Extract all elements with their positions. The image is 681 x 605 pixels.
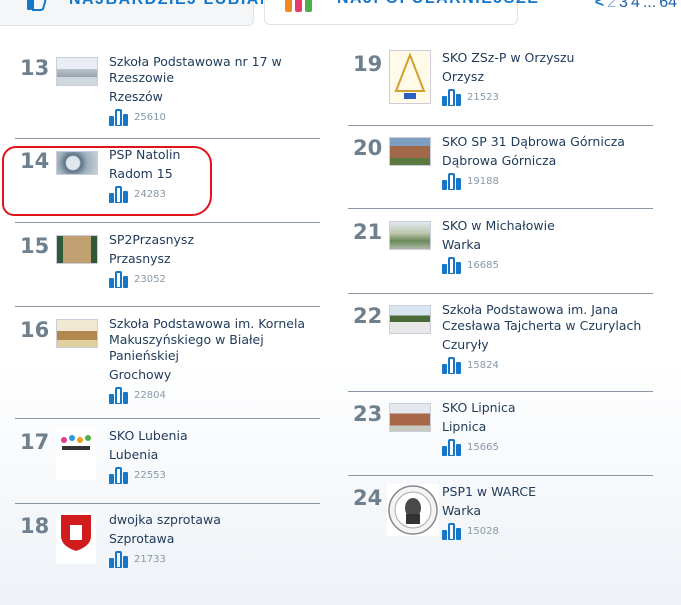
rank-number: 20 xyxy=(353,136,383,160)
rank-number: 21 xyxy=(353,220,383,244)
views-count: 22804 xyxy=(134,390,166,401)
divider xyxy=(15,222,320,223)
school-city: Lipnica xyxy=(442,419,487,434)
views-count: 22553 xyxy=(134,470,166,481)
ranking-item[interactable]: 23 SKO Lipnica Lipnica 15665 xyxy=(353,400,658,480)
divider xyxy=(348,125,653,126)
school-name-link[interactable]: Szkoła Podstawowa im. Jana Czesława Tajc… xyxy=(442,302,652,334)
school-name-link[interactable]: SKO ZSz-P w Orzyszu xyxy=(442,50,652,66)
divider xyxy=(348,293,653,294)
school-name-link[interactable]: SKO Lubenia xyxy=(109,428,319,444)
school-name-link[interactable]: dwojka szprotawa xyxy=(109,512,319,528)
views-count: 19188 xyxy=(467,176,499,187)
divider xyxy=(15,306,320,307)
school-thumbnail[interactable] xyxy=(389,305,431,334)
thumbs-up-icon xyxy=(25,0,47,15)
tab-most-liked[interactable]: NAJBARDZIEJ LUBIANE xyxy=(0,0,284,26)
tab-most-popular[interactable]: NAJPOPULARNIEJSZE xyxy=(264,0,538,25)
rank-number: 18 xyxy=(20,514,50,538)
school-city: Dąbrowa Górnicza xyxy=(442,153,557,168)
views-count: 21733 xyxy=(134,554,166,565)
school-city: Lubenia xyxy=(109,447,159,462)
rank-number: 15 xyxy=(20,234,50,258)
pagination-ellipsis: ... xyxy=(642,0,657,11)
school-city: Orzysz xyxy=(442,69,485,84)
school-city: Rzeszów xyxy=(109,89,163,104)
views-count: 15665 xyxy=(467,442,499,453)
school-thumbnail[interactable] xyxy=(387,484,439,536)
red-highlight-annotation xyxy=(2,146,212,216)
divider xyxy=(348,475,653,476)
rank-number: 23 xyxy=(353,402,383,426)
ranking-item[interactable]: 17 SKO Lubenia Lubenia 22553 xyxy=(20,428,325,508)
ranking-item[interactable]: 20 SKO SP 31 Dąbrowa Górnicza Dąbrowa Górn… xyxy=(353,134,658,214)
ranking-item[interactable]: 13 Szkoła Podstawowa nr 17 w Rzeszowie Rze… xyxy=(20,54,325,134)
views-count: 23052 xyxy=(134,274,166,285)
tab-bar: NAJBARDZIEJ LUBIANE NAJPOPULARNIEJSZE <2… xyxy=(0,0,681,26)
divider xyxy=(15,503,320,504)
school-thumbnail[interactable] xyxy=(389,221,431,250)
bar-chart-icon xyxy=(283,0,317,16)
pagination-prev[interactable]: < xyxy=(595,0,604,11)
school-name-link[interactable]: Szkoła Podstawowa nr 17 w Rzeszowie xyxy=(109,54,319,86)
school-thumbnail[interactable] xyxy=(389,50,431,104)
divider xyxy=(15,138,320,139)
school-city: Szprotawa xyxy=(109,531,175,546)
pagination-page-current[interactable]: 2 xyxy=(607,0,616,11)
views-count: 21523 xyxy=(467,92,499,103)
views-count: 25610 xyxy=(134,112,166,123)
school-thumbnail[interactable] xyxy=(389,137,431,166)
divider xyxy=(348,208,653,209)
ranking-item[interactable]: 19 SKO ZSz-P w Orzyszu Orzysz 21523 xyxy=(353,50,658,130)
pagination-page[interactable]: 3 xyxy=(619,0,628,11)
views-count: 15028 xyxy=(467,526,499,537)
school-thumbnail[interactable] xyxy=(56,428,96,480)
divider xyxy=(15,418,320,419)
school-thumbnail[interactable] xyxy=(389,403,431,432)
school-name-link[interactable]: SKO SP 31 Dąbrowa Górnicza xyxy=(442,134,652,150)
school-name-link[interactable]: SKO w Michałowie xyxy=(442,218,652,234)
pagination-page[interactable]: 4 xyxy=(631,0,640,11)
views-count: 15824 xyxy=(467,360,499,371)
divider xyxy=(348,391,653,392)
rank-number: 16 xyxy=(20,318,50,342)
school-thumbnail[interactable] xyxy=(56,512,96,564)
school-city: Grochowy xyxy=(109,367,172,382)
ranking-item[interactable]: 16 Szkoła Podstawowa im. Kornela Makuszyń… xyxy=(20,316,325,404)
school-city: Warka xyxy=(442,503,482,518)
school-city: Warka xyxy=(442,237,482,252)
school-name-link[interactable]: SP2Przasnysz xyxy=(109,232,319,248)
school-thumbnail[interactable] xyxy=(56,57,98,86)
rank-number: 13 xyxy=(20,56,50,80)
rank-number: 19 xyxy=(353,52,383,76)
ranking-item[interactable]: 22 Szkoła Podstawowa im. Jana Czesława Ta… xyxy=(353,302,658,382)
views-count: 16685 xyxy=(467,260,499,271)
pagination-page-last[interactable]: 64 xyxy=(659,0,677,11)
school-name-link[interactable]: Szkoła Podstawowa im. Kornela Makuszyńsk… xyxy=(109,316,319,364)
ranking-item[interactable]: 15 SP2Przasnysz Przasnysz 23052 xyxy=(20,232,325,312)
tab-label: NAJBARDZIEJ LUBIANE xyxy=(69,0,285,9)
rank-number: 17 xyxy=(20,430,50,454)
ranking-item[interactable]: 18 dwojka szprotawa Szprotawa 21733 xyxy=(20,512,325,592)
school-city: Przasnysz xyxy=(109,251,171,266)
pagination: <2 3 4... 64 xyxy=(592,0,677,12)
school-thumbnail[interactable] xyxy=(56,235,98,264)
ranking-item[interactable]: 21 SKO w Michałowie Warka 16685 xyxy=(353,218,658,298)
rank-number: 22 xyxy=(353,304,383,328)
tab-label: NAJPOPULARNIEJSZE xyxy=(337,0,539,8)
school-thumbnail[interactable] xyxy=(56,319,98,348)
ranking-item[interactable]: 24 PSP1 w WARCE Warka 15028 xyxy=(353,484,658,564)
school-city: Czuryły xyxy=(442,337,489,352)
school-name-link[interactable]: SKO Lipnica xyxy=(442,400,652,416)
school-name-link[interactable]: PSP1 w WARCE xyxy=(442,484,652,500)
